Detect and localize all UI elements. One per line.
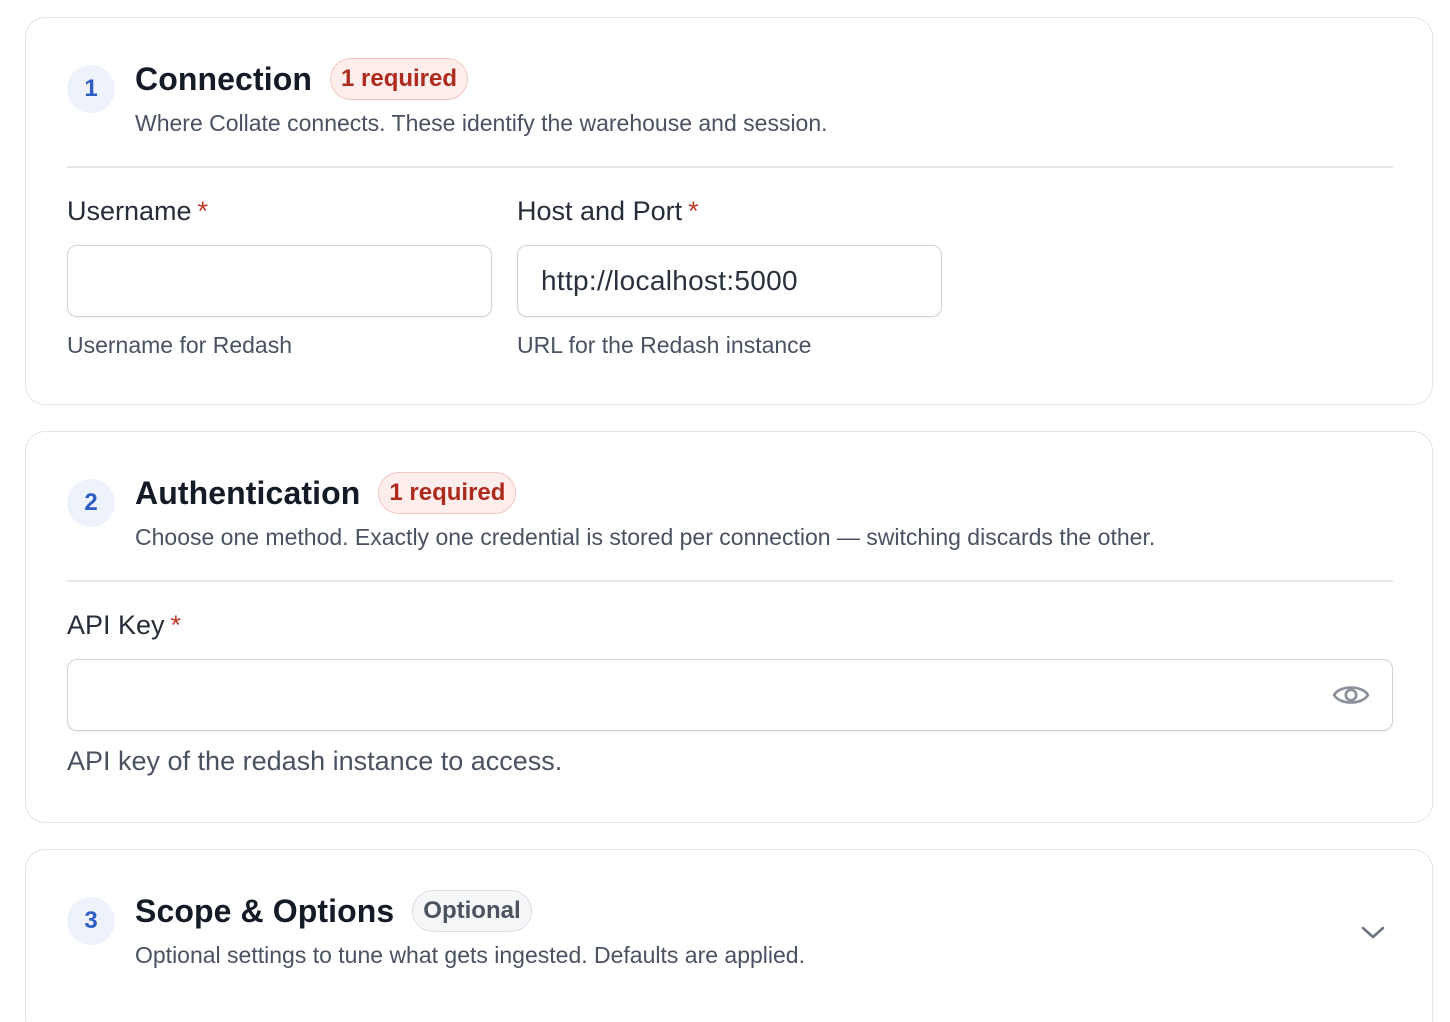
optional-badge: Optional: [412, 890, 532, 932]
api-key-helper: API key of the redash instance to access…: [67, 746, 563, 776]
section-header: Connection 1 required: [135, 58, 469, 100]
required-badge: 1 required: [329, 58, 469, 100]
connection-section: 1 Connection 1 required Where Collate co…: [25, 17, 1433, 405]
username-helper: Username for Redash: [67, 332, 292, 358]
section-description: Choose one method. Exactly one credentia…: [135, 524, 1156, 550]
section-header: Authentication 1 required: [135, 472, 517, 514]
username-label: Username *: [67, 196, 208, 227]
host-port-input[interactable]: http://localhost:5000: [517, 245, 942, 317]
step-number: 2: [67, 479, 115, 527]
section-title: Scope & Options: [135, 892, 395, 929]
eye-icon[interactable]: [1332, 678, 1370, 712]
username-label-text: Username: [67, 196, 192, 226]
scope-options-section[interactable]: 3 Scope & Options Optional Optional sett…: [25, 849, 1433, 1022]
api-key-input[interactable]: [67, 659, 1393, 731]
authentication-section: 2 Authentication 1 required Choose one m…: [25, 431, 1433, 823]
section-description: Optional settings to tune what gets inge…: [135, 942, 805, 968]
required-asterisk: *: [197, 196, 209, 226]
section-title: Authentication: [135, 474, 361, 511]
step-number: 3: [67, 897, 115, 945]
api-key-label: API Key *: [67, 610, 181, 641]
host-port-helper: URL for the Redash instance: [517, 332, 812, 358]
section-title: Connection: [135, 60, 312, 97]
required-badge: 1 required: [378, 472, 517, 514]
step-number: 1: [67, 65, 115, 113]
divider: [67, 580, 1393, 582]
section-description: Where Collate connects. These identify t…: [135, 110, 828, 136]
host-port-label: Host and Port *: [517, 196, 699, 227]
divider: [67, 166, 1393, 168]
api-key-label-text: API Key: [67, 610, 165, 640]
host-port-label-text: Host and Port: [517, 196, 683, 226]
chevron-down-icon[interactable]: [1359, 918, 1387, 946]
required-asterisk: *: [688, 196, 699, 226]
username-input[interactable]: [67, 245, 492, 317]
required-asterisk: *: [170, 610, 182, 640]
section-header: Scope & Options Optional: [135, 890, 532, 932]
